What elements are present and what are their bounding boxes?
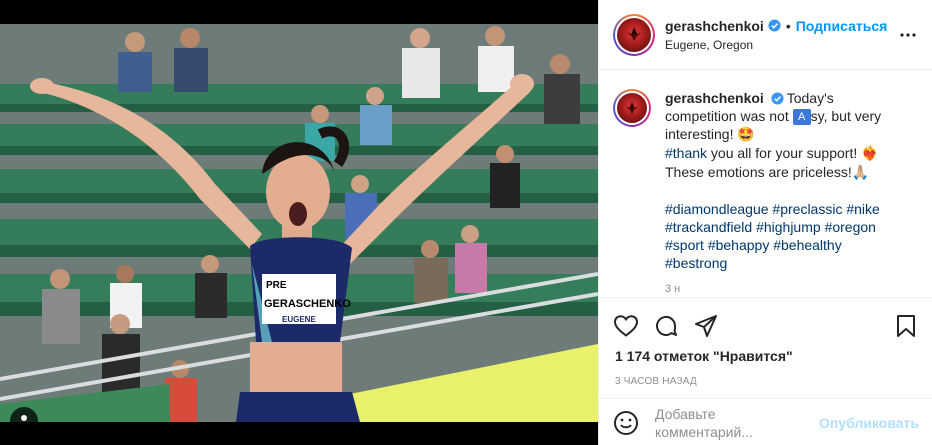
bookmark-icon	[897, 315, 915, 337]
bib-name-text: GERASCHENKO	[264, 298, 351, 310]
comment-button[interactable]	[653, 313, 679, 339]
heart-icon	[614, 315, 638, 337]
caption-line2: you all for your support!	[707, 145, 858, 162]
emoji-star-struck: 🤩	[737, 127, 755, 144]
bib-bottom-text: EUGENE	[282, 315, 316, 324]
hashtag[interactable]: #trackandfield	[665, 219, 752, 235]
hashtag[interactable]: #preclassic	[772, 201, 842, 217]
action-icons	[599, 298, 932, 342]
hashtag[interactable]: #sport	[665, 237, 704, 253]
hashtag-list: #diamondleague #preclassic #nike #tracka…	[665, 200, 905, 272]
likes-count[interactable]: 1 174 отметок "Нравится"	[599, 342, 932, 364]
like-button[interactable]	[613, 313, 639, 339]
hashtag[interactable]: #behealthy	[773, 237, 842, 253]
post-timestamp[interactable]: 3 ЧАСОВ НАЗАД	[599, 364, 932, 387]
post-caption: gerashchenkoi Today's competition was no…	[613, 89, 919, 297]
bib-top-text: PRE	[266, 280, 287, 291]
post-header: gerashchenkoi • Подписаться Eugene, Oreg…	[599, 0, 932, 70]
share-icon	[695, 315, 717, 337]
hashtag-thank[interactable]: #thank	[665, 145, 707, 161]
user-tag-icon	[21, 415, 27, 421]
avatar-logo-icon	[625, 101, 639, 115]
hashtag[interactable]: #nike	[846, 201, 879, 217]
caption-username[interactable]: gerashchenkoi	[665, 90, 764, 106]
comment-input[interactable]: Добавьте комментарий...	[655, 405, 795, 441]
comments-section: gerashchenkoi Today's competition was no…	[599, 71, 932, 297]
smile-icon[interactable]	[613, 410, 639, 436]
post-actions: 1 174 отметок "Нравится" 3 ЧАСОВ НАЗАД Д…	[599, 297, 932, 445]
post-side-panel: gerashchenkoi • Подписаться Eugene, Oreg…	[598, 0, 932, 445]
save-button[interactable]	[893, 313, 919, 339]
caption-line3: These emotions are priceless!	[665, 164, 852, 181]
header-username[interactable]: gerashchenkoi	[665, 18, 764, 34]
translate-icon[interactable]: A	[792, 109, 811, 126]
emoji-pray: 🙏🏼	[851, 165, 870, 182]
caption-avatar[interactable]	[613, 89, 651, 127]
hashtag[interactable]: #diamondleague	[665, 201, 769, 217]
more-options-button[interactable]	[897, 25, 919, 45]
hashtag[interactable]: #highjump	[756, 219, 821, 235]
comment-icon	[656, 315, 677, 336]
caption-text: gerashchenkoi Today's competition was no…	[665, 89, 905, 297]
avatar-logo-icon	[626, 27, 642, 42]
more-options-icon	[900, 33, 916, 37]
post-photo[interactable]: PRE GERASCHENKO EUGENE	[0, 0, 598, 445]
athlete-photo-illustration: PRE GERASCHENKO EUGENE	[0, 24, 598, 422]
verified-badge-icon	[768, 19, 781, 32]
hashtag[interactable]: #behappy	[708, 237, 770, 253]
post-location[interactable]: Eugene, Oregon	[665, 38, 887, 52]
share-button[interactable]	[693, 313, 719, 339]
caption-age: 3 н	[665, 283, 681, 296]
verified-badge-icon	[771, 92, 784, 105]
follow-button[interactable]: Подписаться	[796, 18, 888, 34]
add-comment-bar: Добавьте комментарий... Опубликовать	[599, 398, 932, 445]
hashtag[interactable]: #bestrong	[665, 255, 727, 271]
publish-button[interactable]: Опубликовать	[819, 415, 919, 431]
hashtag[interactable]: #oregon	[825, 219, 876, 235]
emoji-heart: ❤️‍🔥	[861, 146, 879, 163]
avatar[interactable]	[613, 13, 655, 56]
separator-dot: •	[785, 17, 791, 34]
photo-image[interactable]: PRE GERASCHENKO EUGENE	[0, 24, 598, 422]
